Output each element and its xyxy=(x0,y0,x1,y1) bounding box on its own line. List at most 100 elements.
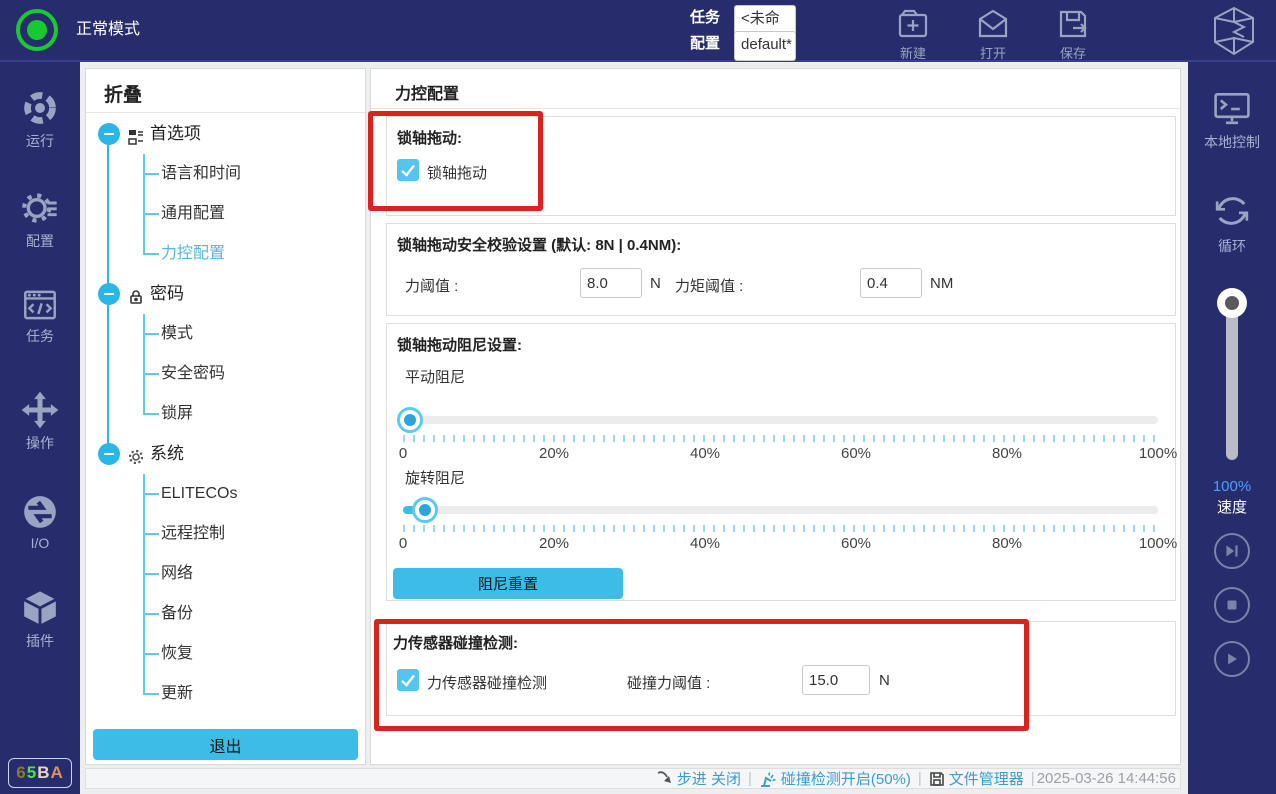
sidebar-item-config[interactable]: 配置 xyxy=(0,188,80,251)
tree-item-backup[interactable]: 备份 xyxy=(86,599,365,629)
separator: | xyxy=(1031,770,1035,787)
save-button[interactable]: 保存 xyxy=(1041,6,1105,62)
sidebar-item-run[interactable]: 运行 xyxy=(0,88,80,151)
new-folder-icon xyxy=(895,6,931,42)
torque-threshold-input[interactable] xyxy=(860,268,922,298)
brand-logo xyxy=(1206,3,1262,64)
loop-button[interactable]: 循环 xyxy=(1188,190,1276,256)
scale-label: 20% xyxy=(539,535,569,552)
step-forward-button[interactable] xyxy=(1214,533,1250,569)
slider-handle[interactable] xyxy=(412,497,438,523)
exit-button[interactable]: 退出 xyxy=(93,729,358,760)
scale-label: 40% xyxy=(690,535,720,552)
tree-item-language-time[interactable]: 语言和时间 xyxy=(86,159,365,189)
tree-item-force-control-config[interactable]: 力控配置 xyxy=(86,239,365,269)
sidebar-item-jog[interactable]: 操作 xyxy=(0,390,80,453)
tree-item-general-config[interactable]: 通用配置 xyxy=(86,199,365,229)
tree-item-label: 备份 xyxy=(161,599,193,629)
open-icon xyxy=(975,6,1011,42)
collision-detection-checkbox[interactable] xyxy=(397,669,419,691)
collision-status[interactable]: 碰撞检测开启(50%) xyxy=(759,768,911,789)
slider-handle[interactable] xyxy=(397,407,423,433)
tree-node-password[interactable]: 密码 xyxy=(86,279,365,309)
tree-connector xyxy=(143,533,159,535)
badge-char: B xyxy=(37,763,50,782)
file-manager-icon xyxy=(929,771,945,787)
sidebar-item-io[interactable]: I/O xyxy=(0,492,80,551)
local-control-button[interactable]: 本地控制 xyxy=(1188,90,1276,152)
tree-connector xyxy=(143,474,145,694)
tree-item-label: 锁屏 xyxy=(161,399,193,429)
page-title: 力控配置 xyxy=(395,80,459,104)
config-label: 配置 xyxy=(690,35,720,52)
code-window-icon xyxy=(20,287,60,323)
stop-icon xyxy=(1222,595,1242,615)
rotation-damping-slider[interactable] xyxy=(403,497,1158,523)
collision-threshold-input[interactable] xyxy=(802,665,870,695)
tree-connector xyxy=(143,333,159,335)
local-control-label: 本地控制 xyxy=(1188,132,1276,152)
lock-axis-checkbox[interactable] xyxy=(397,159,419,181)
right-sidebar: 本地控制 循环 100% 速度 xyxy=(1188,62,1276,794)
gear-icon xyxy=(20,188,60,228)
tree-node-preferences[interactable]: 首选项 xyxy=(86,119,365,149)
new-button[interactable]: 新建 xyxy=(881,6,945,62)
tree-item-network[interactable]: 网络 xyxy=(86,559,365,589)
step-status[interactable]: 步进 关闭 xyxy=(656,768,741,789)
tree-item-label: 网络 xyxy=(161,559,193,589)
speed-label: 速度 xyxy=(1188,496,1276,517)
collapse-node-icon[interactable] xyxy=(98,283,120,305)
speed-slider-handle[interactable] xyxy=(1217,288,1247,318)
divider xyxy=(86,112,365,113)
tree-connector xyxy=(143,693,159,695)
badge-char: A xyxy=(50,763,63,782)
status-bar: 步进 关闭 | 碰撞检测开启(50%) | 文件管理器 | 2025-03-26… xyxy=(85,768,1181,789)
tree-node-label: 系统 xyxy=(150,439,184,469)
settings-nav-panel: 折叠 首选项 语言和时间 通用配置 力控配置 密码 模式 安全密码 xyxy=(85,68,366,765)
step-icon xyxy=(656,770,673,787)
tree-node-system[interactable]: 系统 xyxy=(86,439,365,469)
tree-item-update[interactable]: 更新 xyxy=(86,679,365,709)
check-icon xyxy=(397,669,419,691)
open-button[interactable]: 打开 xyxy=(961,6,1025,62)
speed-slider-track[interactable] xyxy=(1226,300,1238,460)
tree-item-lock-screen[interactable]: 锁屏 xyxy=(86,399,365,429)
tree-item-label: 更新 xyxy=(161,679,193,709)
tree-item-remote-control[interactable]: 远程控制 xyxy=(86,519,365,549)
play-button[interactable] xyxy=(1214,641,1250,677)
tree-item-elitecos[interactable]: ELITECOs xyxy=(86,479,365,509)
collision-unit: N xyxy=(879,672,890,689)
section-label: 锁轴拖动: xyxy=(397,127,462,148)
tree-item-safety-password[interactable]: 安全密码 xyxy=(86,359,365,389)
task-label: 任务 xyxy=(690,9,720,26)
slider-track[interactable] xyxy=(403,506,1158,514)
sidebar-item-label: 插件 xyxy=(0,631,80,651)
save-icon xyxy=(1055,6,1091,42)
loop-label: 循环 xyxy=(1188,236,1276,256)
sidebar-item-task[interactable]: 任务 xyxy=(0,287,80,346)
scale-label: 100% xyxy=(1139,535,1177,552)
loop-arrows-icon xyxy=(1211,190,1253,232)
slider-track[interactable] xyxy=(403,416,1158,424)
collapse-node-icon[interactable] xyxy=(98,123,120,145)
torque-unit: NM xyxy=(930,275,953,292)
collision-status-label: 碰撞检测开启(50%) xyxy=(781,768,911,789)
tree-item-mode[interactable]: 模式 xyxy=(86,319,365,349)
sidebar-item-plugin[interactable]: 插件 xyxy=(0,588,80,651)
damping-reset-button[interactable]: 阻尼重置 xyxy=(393,568,623,599)
tree-connector xyxy=(143,154,145,254)
tree-connector xyxy=(143,253,159,255)
force-threshold-input[interactable] xyxy=(580,268,642,298)
file-manager[interactable]: 文件管理器 xyxy=(929,768,1024,789)
collapse-node-icon[interactable] xyxy=(98,443,120,465)
scale-label: 80% xyxy=(992,535,1022,552)
slider-scale: 0 20% 40% 60% 80% 100% xyxy=(403,535,1158,551)
translation-damping-slider[interactable] xyxy=(403,407,1158,433)
tree-item-restore[interactable]: 恢复 xyxy=(86,639,365,669)
stop-button[interactable] xyxy=(1214,587,1250,623)
force-unit: N xyxy=(650,275,661,292)
nav-panel-title[interactable]: 折叠 xyxy=(104,80,142,107)
io-icon xyxy=(20,492,60,532)
damping-section: 锁轴拖动阻尼设置: 平动阻尼 0 20% 40% 60% 80% 100% 旋转… xyxy=(386,323,1176,601)
system-timestamp: 2025-03-26 14:44:56 xyxy=(1037,770,1176,787)
